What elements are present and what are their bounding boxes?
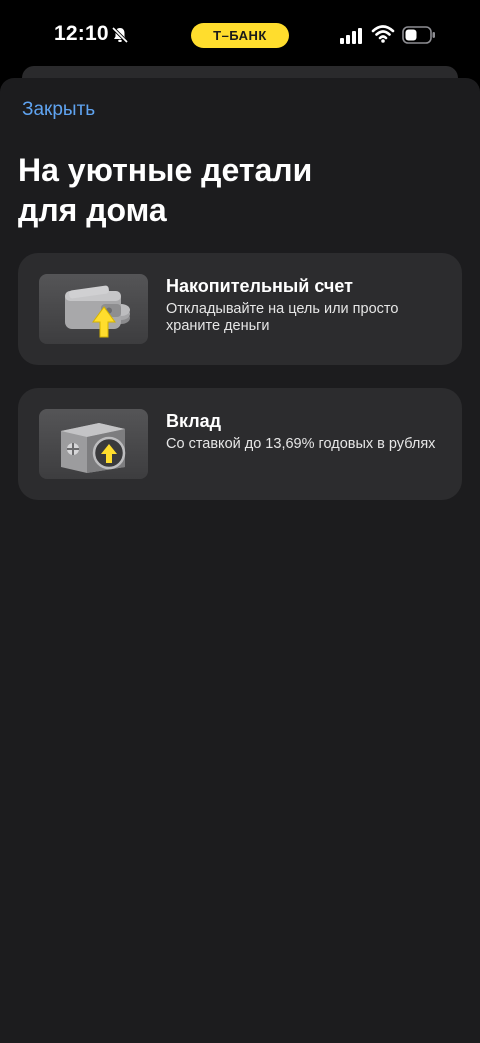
option-title: Вклад (166, 411, 222, 431)
cellular-signal-icon (340, 28, 362, 44)
screen: 12:10 Т–БАНК Закрыть На уютные детали дл… (0, 0, 480, 1043)
wallet-coins-icon (39, 274, 148, 344)
close-button[interactable]: Закрыть (22, 99, 95, 121)
bell-slash-icon (111, 26, 129, 44)
wifi-icon (371, 25, 395, 43)
option-title: Накопительный счет (166, 276, 353, 296)
page-title: На уютные детали для дома (18, 150, 418, 230)
bank-label: Т–БАНК (213, 28, 267, 43)
title-line-1: На уютные детали (18, 152, 313, 188)
option-description: Откладывайте на цель или просто храните … (166, 301, 399, 334)
savings-account-option[interactable]: Накопительный счет Откладывайте на цель … (18, 253, 462, 365)
safe-coin-icon (39, 409, 148, 479)
title-line-2: для дома (18, 192, 167, 228)
status-bar: 12:10 Т–БАНК (0, 0, 480, 70)
option-description: Со ставкой до 13,69% годовых в рублях (166, 436, 436, 452)
battery-icon (402, 26, 435, 44)
bank-pill[interactable]: Т–БАНК (191, 23, 289, 48)
status-time: 12:10 (54, 22, 109, 45)
deposit-option[interactable]: Вклад Со ставкой до 13,69% годовых в руб… (18, 388, 462, 500)
bottom-sheet: Закрыть На уютные детали для дома Накопи… (0, 78, 480, 1043)
